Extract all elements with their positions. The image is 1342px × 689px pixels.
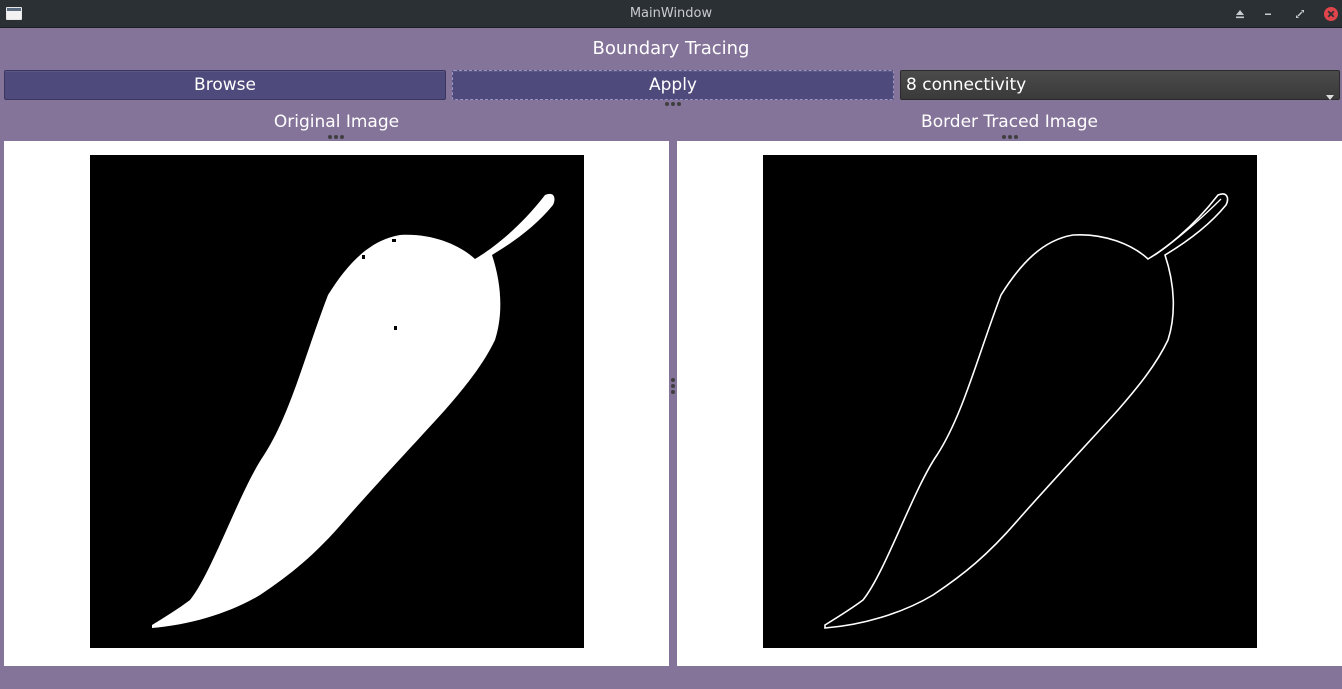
title-bar: MainWindow [0, 0, 1342, 28]
connectivity-select[interactable]: 8 connectivity [900, 70, 1340, 100]
traced-image [763, 155, 1257, 648]
splitter-handle-right[interactable] [1002, 135, 1018, 139]
page-title: Boundary Tracing [592, 38, 750, 59]
original-image [90, 155, 584, 648]
splitter-handle-center[interactable] [671, 378, 675, 394]
minimize-icon[interactable] [1260, 6, 1276, 22]
connectivity-selected-value: 8 connectivity [906, 75, 1027, 95]
splitter-handle-toolbar[interactable] [665, 102, 681, 106]
browse-button[interactable]: Browse [4, 70, 446, 100]
chevron-down-icon [1325, 82, 1335, 110]
original-image-label: Original Image [273, 112, 400, 132]
apply-button[interactable]: Apply [452, 70, 894, 100]
traced-image-label: Border Traced Image [921, 112, 1098, 132]
close-icon[interactable] [1323, 6, 1339, 22]
keep-above-icon[interactable] [1232, 6, 1248, 22]
maximize-icon[interactable] [1292, 6, 1308, 22]
original-image-panel [4, 141, 669, 666]
window-title: MainWindow [629, 6, 713, 21]
splitter-handle-left[interactable] [328, 135, 344, 139]
traced-image-panel [677, 141, 1342, 666]
